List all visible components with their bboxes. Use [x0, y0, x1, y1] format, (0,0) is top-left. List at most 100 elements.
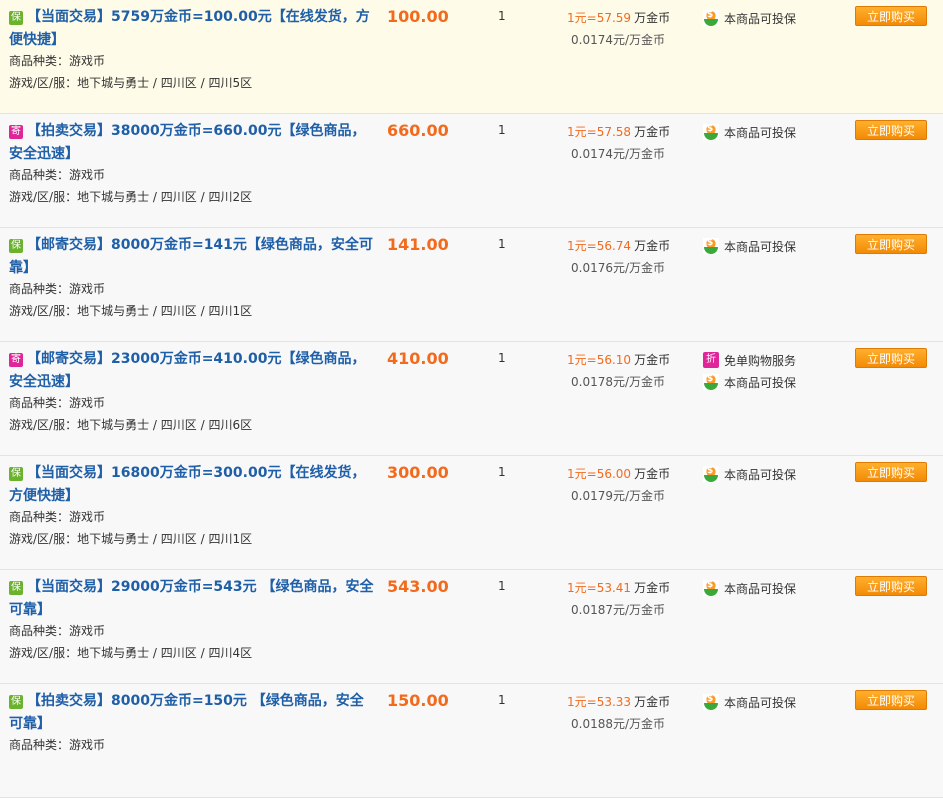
listing-title-link[interactable]: 【当面交易】5759万金币=100.00元【在线发货，方便快捷】 [9, 9, 370, 48]
rate-prefix: 1元= [567, 695, 597, 709]
server-label: 游戏/区/服： [9, 646, 78, 660]
buy-now-button[interactable]: 立即购买 [855, 690, 927, 710]
rate-value: 57.59 [596, 11, 632, 25]
buy-now-button[interactable]: 立即购买 [855, 348, 927, 368]
server-line: 游戏/区/服：地下城与勇士 / 四川区 / 四川4区 [9, 644, 252, 661]
shield-icon [703, 10, 719, 26]
rate-unit: 万金币 [634, 353, 671, 367]
rate-value: 53.33 [596, 695, 632, 709]
exchange-rate: 1元=56.74 万金币 [567, 237, 670, 254]
category-label: 商品种类： [9, 282, 70, 296]
listing-title-wrap: 保【当面交易】5759万金币=100.00元【在线发货，方便快捷】 [9, 6, 374, 52]
listing-title-wrap: 保【当面交易】29000万金币=543元 【绿色商品，安全可靠】 [9, 576, 374, 622]
service-label: 本商品可投保 [724, 695, 797, 710]
category-label: 商品种类： [9, 624, 70, 638]
trade-type-badge: 保 [9, 581, 23, 595]
service-item: 本商品可投保 [703, 691, 796, 713]
quantity: 1 [498, 237, 506, 251]
category-label: 商品种类： [9, 396, 70, 410]
listing-title-wrap: 保【当面交易】16800万金币=300.00元【在线发货，方便快捷】 [9, 462, 374, 508]
listing-title-link[interactable]: 【当面交易】16800万金币=300.00元【在线发货，方便快捷】 [9, 465, 365, 504]
service-list: 本商品可投保 [703, 691, 796, 713]
server-value: 地下城与勇士 / 四川区 / 四川5区 [77, 76, 253, 90]
server-label: 游戏/区/服： [9, 76, 78, 90]
service-list: 本商品可投保 [703, 121, 796, 143]
service-item: 本商品可投保 [703, 577, 796, 599]
trade-type-badge: 保 [9, 467, 23, 481]
buy-now-button[interactable]: 立即购买 [855, 576, 927, 596]
server-label: 游戏/区/服： [9, 532, 78, 546]
server-label: 游戏/区/服： [9, 418, 78, 432]
exchange-rate: 1元=56.00 万金币 [567, 465, 670, 482]
category-label: 商品种类： [9, 510, 70, 524]
listing-title-link[interactable]: 【当面交易】29000万金币=543元 【绿色商品，安全可靠】 [9, 579, 374, 618]
shield-icon [703, 124, 719, 140]
rate-value: 56.00 [596, 467, 632, 481]
rate-value: 56.10 [596, 353, 632, 367]
buy-now-button[interactable]: 立即购买 [855, 462, 927, 482]
rate-prefix: 1元= [567, 581, 597, 595]
listing-title-wrap: 寄【邮寄交易】23000万金币=410.00元【绿色商品，安全迅速】 [9, 348, 374, 394]
price: 660.00 [387, 121, 449, 140]
shield-icon [703, 580, 719, 596]
rate-value: 53.41 [596, 581, 632, 595]
service-label: 本商品可投保 [724, 11, 797, 26]
listing-title-wrap: 寄【拍卖交易】38000万金币=660.00元【绿色商品，安全迅速】 [9, 120, 374, 166]
category-value: 游戏币 [69, 396, 106, 410]
trade-type-badge: 保 [9, 695, 23, 709]
category-value: 游戏币 [69, 624, 106, 638]
buy-now-button[interactable]: 立即购买 [855, 120, 927, 140]
listing-title-wrap: 保【拍卖交易】8000万金币=150元 【绿色商品，安全可靠】 [9, 690, 374, 736]
server-value: 地下城与勇士 / 四川区 / 四川4区 [77, 646, 253, 660]
price: 300.00 [387, 463, 449, 482]
server-value: 地下城与勇士 / 四川区 / 四川1区 [77, 304, 253, 318]
service-item: 折免单购物服务 [703, 349, 796, 371]
category-value: 游戏币 [69, 738, 106, 752]
category-value: 游戏币 [69, 282, 106, 296]
exchange-rate: 1元=57.59 万金币 [567, 9, 670, 26]
server-line: 游戏/区/服：地下城与勇士 / 四川区 / 四川5区 [9, 74, 252, 91]
discount-icon: 折 [703, 352, 719, 368]
category-line: 商品种类：游戏币 [9, 736, 105, 753]
listing-title-link[interactable]: 【拍卖交易】8000万金币=150元 【绿色商品，安全可靠】 [9, 693, 364, 732]
server-label: 游戏/区/服： [9, 304, 78, 318]
rate-unit: 万金币 [634, 239, 671, 253]
service-label: 免单购物服务 [724, 353, 797, 368]
price: 141.00 [387, 235, 449, 254]
shield-icon [703, 238, 719, 254]
category-line: 商品种类：游戏币 [9, 508, 105, 525]
unit-price: 0.0178元/万金币 [571, 375, 666, 389]
category-label: 商品种类： [9, 168, 70, 182]
quantity: 1 [498, 9, 506, 23]
price: 410.00 [387, 349, 449, 368]
rate-prefix: 1元= [567, 11, 597, 25]
listing-title-link[interactable]: 【拍卖交易】38000万金币=660.00元【绿色商品，安全迅速】 [9, 123, 365, 162]
rate-unit: 万金币 [634, 467, 671, 481]
listing-title-link[interactable]: 【邮寄交易】23000万金币=410.00元【绿色商品，安全迅速】 [9, 351, 365, 390]
service-item: 本商品可投保 [703, 7, 796, 29]
quantity: 1 [498, 123, 506, 137]
unit-price: 0.0174元/万金币 [571, 33, 666, 47]
price: 100.00 [387, 7, 449, 26]
rate-value: 57.58 [596, 125, 632, 139]
quantity: 1 [498, 351, 506, 365]
trade-type-badge: 保 [9, 11, 23, 25]
quantity: 1 [498, 579, 506, 593]
server-line: 游戏/区/服：地下城与勇士 / 四川区 / 四川1区 [9, 530, 252, 547]
category-line: 商品种类：游戏币 [9, 622, 105, 639]
rate-unit: 万金币 [634, 695, 671, 709]
service-item: 本商品可投保 [703, 463, 796, 485]
server-line: 游戏/区/服：地下城与勇士 / 四川区 / 四川1区 [9, 302, 252, 319]
unit-price: 0.0187元/万金币 [571, 603, 666, 617]
server-line: 游戏/区/服：地下城与勇士 / 四川区 / 四川6区 [9, 416, 252, 433]
unit-price: 0.0188元/万金币 [571, 717, 666, 731]
rate-prefix: 1元= [567, 467, 597, 481]
service-label: 本商品可投保 [724, 125, 797, 140]
listing-title-link[interactable]: 【邮寄交易】8000万金币=141元【绿色商品，安全可靠】 [9, 237, 373, 276]
unit-price: 0.0174元/万金币 [571, 147, 666, 161]
buy-now-button[interactable]: 立即购买 [855, 234, 927, 254]
buy-now-button[interactable]: 立即购买 [855, 6, 927, 26]
exchange-rate: 1元=53.33 万金币 [567, 693, 670, 710]
service-item: 本商品可投保 [703, 235, 796, 257]
category-value: 游戏币 [69, 168, 106, 182]
